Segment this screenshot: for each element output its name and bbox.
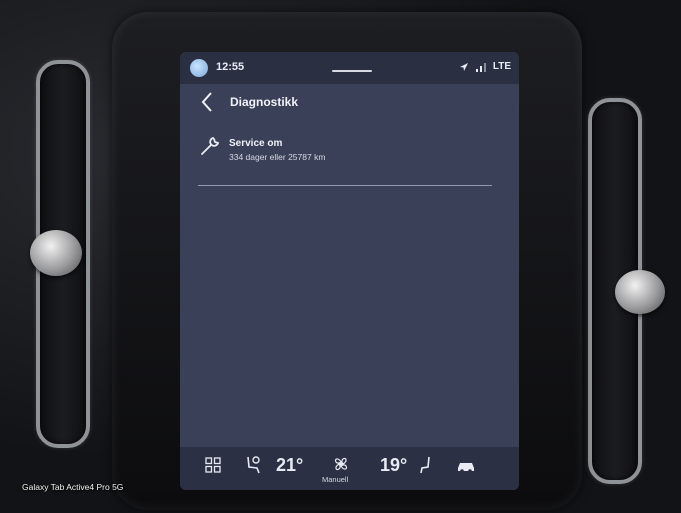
temperature-right[interactable]: 19° [380, 455, 407, 476]
left-vent-knob [30, 230, 82, 276]
seat-heat-left-icon[interactable] [244, 455, 262, 475]
page-header: Diagnostikk [180, 84, 519, 124]
service-list-item[interactable]: Service om 334 dager eller 25787 km [180, 130, 519, 182]
pull-down-handle[interactable] [332, 70, 372, 72]
seat-right-icon[interactable] [420, 455, 434, 475]
infotainment-screen: 12:55 LTE Diagnostikk Service om 334 dag… [180, 52, 519, 490]
service-title: Service om [229, 138, 283, 149]
service-remaining: 334 dager eller 25787 km [229, 152, 326, 162]
network-type: LTE [492, 61, 511, 72]
status-indicators: LTE [459, 61, 511, 72]
fan-icon[interactable] [332, 455, 350, 473]
right-vent-knob [615, 270, 665, 314]
status-avatar-icon[interactable] [190, 59, 208, 77]
page-title: Diagnostikk [230, 95, 299, 109]
device-watermark: Galaxy Tab Active4 Pro 5G [22, 482, 124, 492]
fan-mode-label: Manuell [322, 475, 349, 484]
back-chevron-icon[interactable] [198, 90, 218, 114]
status-bar: 12:55 LTE [180, 52, 519, 84]
temperature-left[interactable]: 21° [276, 455, 303, 476]
status-time: 12:55 [216, 61, 245, 73]
car-icon[interactable] [456, 459, 476, 473]
navigation-arrow-icon [459, 62, 468, 71]
climate-bar: 21° Manuell 19° [180, 447, 519, 490]
signal-icon [475, 62, 486, 72]
wrench-icon [201, 136, 220, 155]
list-divider [198, 185, 492, 186]
apps-grid-icon[interactable] [205, 457, 221, 473]
